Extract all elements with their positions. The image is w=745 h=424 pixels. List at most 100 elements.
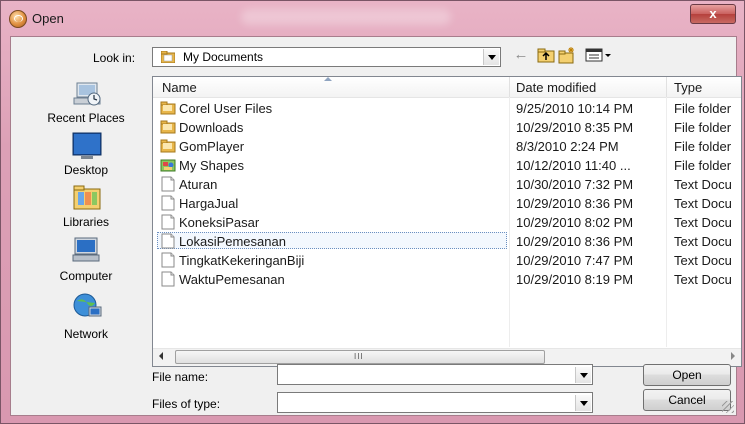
file-row[interactable]: Corel User Files 9/25/2010 10:14 PM File f… [153, 99, 741, 117]
place-label: Libraries [62, 215, 110, 229]
file-date: 10/29/2010 7:47 PM [516, 253, 634, 268]
shapes-folder-icon [160, 157, 176, 173]
close-icon: x [709, 6, 717, 21]
file-name: WaktuPemesanan [179, 272, 285, 287]
file-type: File folder [674, 120, 732, 135]
resize-grip[interactable] [722, 401, 734, 413]
views-menu-icon[interactable] [585, 46, 613, 64]
file-type: File folder [674, 101, 732, 116]
document-icon [160, 271, 176, 287]
file-date: 10/29/2010 8:36 PM [516, 234, 634, 249]
chevron-down-icon[interactable] [575, 395, 591, 411]
file-row[interactable]: Downloads 10/29/2010 8:35 PM File folder [153, 118, 741, 136]
file-name-label: File name: [152, 370, 209, 384]
file-name: Downloads [179, 120, 244, 135]
file-row[interactable]: TingkatKekeringanBiji 10/29/2010 7:47 PM T… [153, 251, 741, 269]
file-date: 10/29/2010 8:36 PM [516, 196, 634, 211]
scroll-left-icon[interactable] [159, 352, 163, 360]
computer-icon [72, 237, 100, 262]
look-in-value: My Documents [183, 50, 264, 64]
file-row[interactable]: Aturan 10/30/2010 7:32 PM Text Docu [153, 175, 741, 193]
place-label: Network [63, 327, 108, 341]
open-button[interactable]: Open [643, 364, 731, 386]
back-arrow-icon[interactable]: ← [512, 46, 530, 64]
folder-icon [161, 51, 175, 63]
scrollbar-thumb[interactable]: III [175, 350, 545, 364]
app-icon [9, 10, 27, 28]
up-folder-icon[interactable] [537, 46, 555, 64]
document-icon [160, 214, 176, 230]
folder-icon [160, 138, 176, 154]
file-date: 8/3/2010 2:24 PM [516, 139, 619, 154]
file-name: LokasiPemesanan [179, 234, 286, 249]
file-date: 10/30/2010 7:32 PM [516, 177, 634, 192]
scroll-right-icon[interactable] [731, 352, 735, 360]
file-name: KoneksiPasar [179, 215, 260, 230]
look-in-combo[interactable]: My Documents [152, 47, 501, 67]
chevron-down-icon[interactable] [483, 49, 499, 65]
file-type: Text Docu [674, 253, 732, 268]
open-dialog: Open x Look in: My Documents ← Recent Pl… [0, 0, 745, 424]
file-row[interactable]: WaktuPemesanan 10/29/2010 8:19 PM Text Doc… [153, 270, 741, 288]
libraries-icon [73, 185, 101, 210]
file-row[interactable]: LokasiPemesanan 10/29/2010 8:36 PM Text Do… [153, 232, 741, 250]
column-header-date[interactable]: Date modified [516, 80, 596, 95]
column-header-name[interactable]: Name [162, 80, 197, 95]
file-name: HargaJual [179, 196, 239, 211]
scrollbar-grip: III [354, 352, 364, 361]
cancel-button[interactable]: Cancel [643, 389, 731, 411]
file-name: Corel User Files [179, 101, 273, 116]
place-desktop[interactable]: Desktop [28, 129, 144, 179]
document-icon [160, 176, 176, 192]
close-button[interactable]: x [690, 4, 736, 24]
file-type: Text Docu [674, 234, 732, 249]
files-of-type-label: Files of type: [152, 397, 221, 411]
chevron-down-icon[interactable] [575, 367, 591, 383]
file-row[interactable]: GomPlayer 8/3/2010 2:24 PM File folder [153, 137, 741, 155]
file-date: 10/29/2010 8:02 PM [516, 215, 634, 230]
file-name: Aturan [179, 177, 218, 192]
file-date: 10/29/2010 8:19 PM [516, 272, 634, 287]
file-name: TingkatKekeringanBiji [179, 253, 305, 268]
document-icon [160, 195, 176, 211]
column-divider[interactable] [509, 77, 510, 97]
new-folder-icon[interactable] [558, 46, 576, 64]
dialog-title: Open [32, 11, 64, 26]
folder-icon [160, 100, 176, 116]
file-row[interactable]: HargaJual 10/29/2010 8:36 PM Text Docu [153, 194, 741, 212]
places-bar: Recent Places Desktop Libraries Computer… [28, 77, 144, 364]
file-date: 10/12/2010 11:40 ... [516, 158, 631, 173]
network-icon [73, 293, 102, 317]
place-label: Desktop [63, 163, 109, 177]
place-network[interactable]: Network [28, 289, 144, 343]
place-recent-places[interactable]: Recent Places [28, 77, 144, 127]
file-name-combo[interactable] [277, 364, 593, 385]
dialog-body: Look in: My Documents ← Recent Places De… [10, 36, 742, 416]
file-type: Text Docu [674, 215, 732, 230]
sort-ascending-icon [324, 77, 332, 81]
place-libraries[interactable]: Libraries [28, 181, 144, 231]
files-of-type-combo[interactable] [277, 392, 593, 413]
file-row[interactable]: KoneksiPasar 10/29/2010 8:02 PM Text Docu [153, 213, 741, 231]
column-header-type[interactable]: Type [674, 80, 702, 95]
place-computer[interactable]: Computer [28, 233, 144, 287]
file-list[interactable]: Name Date modified Type Corel User Files… [152, 76, 742, 367]
title-bar[interactable]: Open x [1, 1, 744, 35]
document-icon [160, 252, 176, 268]
file-date: 10/29/2010 8:35 PM [516, 120, 634, 135]
column-header-row: Name Date modified Type [153, 77, 741, 98]
file-type: Text Docu [674, 196, 732, 211]
file-name: GomPlayer [179, 139, 245, 154]
file-name: My Shapes [179, 158, 245, 173]
place-label: Recent Places [47, 111, 125, 125]
file-type: Text Docu [674, 177, 732, 192]
file-type: File folder [674, 139, 732, 154]
file-type: File folder [674, 158, 732, 173]
recent-places-icon [73, 82, 101, 106]
document-icon [160, 233, 176, 249]
place-label: Computer [59, 269, 113, 283]
file-date: 9/25/2010 10:14 PM [516, 101, 634, 116]
file-row[interactable]: My Shapes 10/12/2010 11:40 ... File folder [153, 156, 741, 174]
column-divider[interactable] [666, 77, 667, 97]
file-type: Text Docu [674, 272, 732, 287]
